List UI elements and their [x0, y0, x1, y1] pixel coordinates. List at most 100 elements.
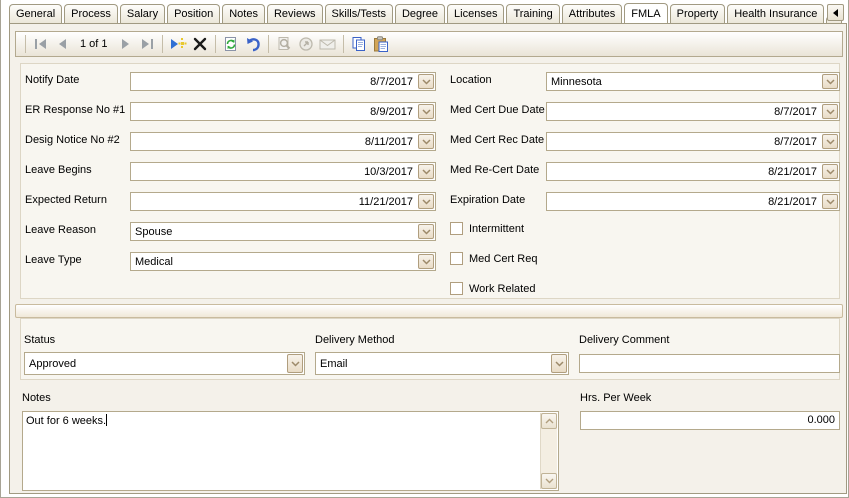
first-record-button[interactable] [30, 33, 52, 55]
leave-begins-field[interactable]: 10/3/2017 [130, 162, 436, 181]
next-record-icon [119, 38, 131, 50]
new-record-button[interactable] [167, 33, 189, 55]
fmla-tab-page: 1 of 1 [9, 23, 847, 494]
med-cert-rec-label: Med Cert Rec Date [450, 134, 544, 146]
dropdown-button[interactable] [418, 134, 434, 149]
med-cert-due-field[interactable]: 8/7/2017 [546, 102, 840, 121]
tab-fmla[interactable]: FMLA [624, 3, 667, 23]
dropdown-button[interactable] [418, 224, 434, 239]
toolbar-separator [25, 35, 26, 53]
delete-record-button[interactable] [189, 33, 211, 55]
navigate-icon [298, 36, 314, 52]
notes-label: Notes [22, 392, 51, 404]
chevron-up-icon [545, 418, 554, 424]
tab-degree[interactable]: Degree [395, 4, 445, 23]
dropdown-button[interactable] [822, 194, 838, 209]
refresh-icon [223, 36, 239, 52]
hrs-per-week-input[interactable]: 0.000 [580, 411, 840, 430]
print-preview-button[interactable] [273, 33, 295, 55]
scroll-down-button[interactable] [541, 473, 557, 489]
location-combo[interactable]: Minnesota [546, 72, 840, 91]
delivery-method-combo[interactable]: Email [315, 352, 569, 375]
chevron-down-icon [826, 109, 835, 115]
first-record-icon [34, 38, 48, 50]
toolbar-separator [162, 35, 163, 53]
tab-notes[interactable]: Notes [222, 4, 265, 23]
chevron-down-icon [555, 361, 564, 367]
dropdown-button[interactable] [822, 74, 838, 89]
chevron-down-icon [422, 79, 431, 85]
triangle-left-icon [832, 9, 840, 17]
delivery-method-label: Delivery Method [315, 334, 394, 346]
expiration-date-field[interactable]: 8/21/2017 [546, 192, 840, 211]
work-related-label: Work Related [469, 283, 535, 295]
expiration-date-label: Expiration Date [450, 194, 525, 206]
email-button[interactable] [317, 33, 339, 55]
fmla-form-panel: Notify Date ER Response No #1 Desig Noti… [20, 63, 840, 299]
last-record-button[interactable] [136, 33, 158, 55]
med-cert-rec-field[interactable]: 8/7/2017 [546, 132, 840, 151]
tab-health-insurance[interactable]: Health Insurance [727, 4, 824, 23]
chevron-down-icon [422, 169, 431, 175]
dropdown-button[interactable] [287, 354, 303, 373]
dropdown-button[interactable] [822, 164, 838, 179]
undo-button[interactable] [242, 33, 264, 55]
chevron-down-icon [826, 169, 835, 175]
tab-skills-tests[interactable]: Skills/Tests [325, 4, 393, 23]
work-related-checkbox-row: Work Related [450, 282, 535, 295]
intermittent-checkbox[interactable] [450, 222, 463, 235]
desig-notice-field[interactable]: 8/11/2017 [130, 132, 436, 151]
er-response-field[interactable]: 8/9/2017 [130, 102, 436, 121]
intermittent-checkbox-row: Intermittent [450, 222, 524, 235]
tab-scroll-left-button[interactable] [827, 4, 844, 21]
next-record-button[interactable] [114, 33, 136, 55]
work-related-checkbox[interactable] [450, 282, 463, 295]
refresh-button[interactable] [220, 33, 242, 55]
dropdown-button[interactable] [418, 254, 434, 269]
tab-strip: General Process Salary Position Notes Re… [1, 0, 849, 23]
dropdown-button[interactable] [418, 104, 434, 119]
tab-salary[interactable]: Salary [120, 4, 165, 23]
med-cert-req-label: Med Cert Req [469, 253, 537, 265]
tab-reviews[interactable]: Reviews [267, 4, 323, 23]
dropdown-button[interactable] [418, 164, 434, 179]
tab-attributes[interactable]: Attributes [562, 4, 622, 23]
delete-record-icon [193, 37, 207, 51]
dropdown-button[interactable] [551, 354, 567, 373]
med-cert-req-checkbox[interactable] [450, 252, 463, 265]
tab-general[interactable]: General [9, 4, 62, 23]
leave-type-combo[interactable]: Medical [130, 252, 436, 271]
paste-button[interactable] [370, 33, 392, 55]
tab-training[interactable]: Training [506, 4, 559, 23]
tab-property[interactable]: Property [670, 4, 726, 23]
tab-process[interactable]: Process [64, 4, 118, 23]
intermittent-label: Intermittent [469, 223, 524, 235]
med-recert-label: Med Re-Cert Date [450, 164, 539, 176]
splitter-bar[interactable] [15, 304, 843, 318]
notes-scrollbar[interactable] [540, 413, 557, 489]
status-combo[interactable]: Approved [24, 352, 305, 375]
dropdown-button[interactable] [822, 134, 838, 149]
med-recert-field[interactable]: 8/21/2017 [546, 162, 840, 181]
tab-position[interactable]: Position [167, 4, 220, 23]
toolbar-separator [215, 35, 216, 53]
copy-button[interactable] [348, 33, 370, 55]
tab-licenses[interactable]: Licenses [447, 4, 504, 23]
dropdown-button[interactable] [418, 194, 434, 209]
delivery-comment-label: Delivery Comment [579, 334, 669, 346]
dropdown-button[interactable] [822, 104, 838, 119]
expected-return-field[interactable]: 11/21/2017 [130, 192, 436, 211]
navigate-button[interactable] [295, 33, 317, 55]
previous-record-button[interactable] [52, 33, 74, 55]
dropdown-button[interactable] [418, 74, 434, 89]
leave-reason-combo[interactable]: Spouse [130, 222, 436, 241]
delivery-comment-input[interactable] [579, 354, 840, 373]
record-position: 1 of 1 [74, 38, 114, 50]
chevron-down-icon [422, 229, 431, 235]
notify-date-label: Notify Date [25, 74, 79, 86]
scroll-up-button[interactable] [541, 413, 557, 429]
text-caret [106, 414, 107, 426]
notify-date-field[interactable]: 8/7/2017 [130, 72, 436, 91]
chevron-down-icon [291, 361, 300, 367]
notes-textarea[interactable]: Out for 6 weeks. [22, 411, 559, 491]
